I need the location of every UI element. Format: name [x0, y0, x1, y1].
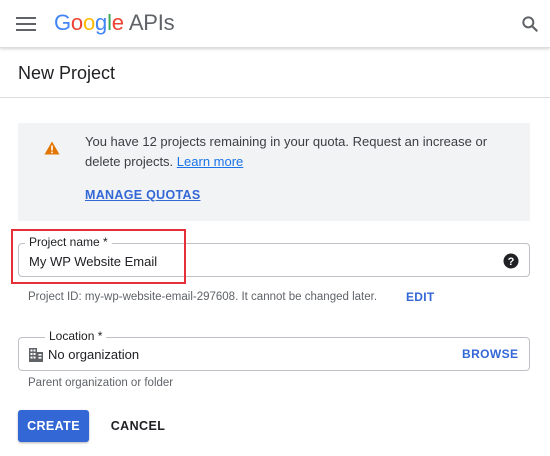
top-app-bar: Google APIs [0, 0, 550, 48]
page-title: New Project [18, 63, 116, 83]
location-field[interactable]: Location * No organization BROWSE [18, 329, 530, 371]
project-name-label: Project name * [25, 235, 112, 249]
project-name-field[interactable]: Project name * ? [18, 235, 530, 277]
warning-icon [44, 141, 60, 155]
create-button[interactable]: CREATE [18, 410, 89, 442]
location-label: Location * [45, 329, 107, 343]
help-circle-icon[interactable]: ? [503, 253, 519, 269]
google-apis-logo[interactable]: Google APIs [54, 10, 175, 36]
logo-product-name: APIs [128, 10, 175, 35]
location-value: No organization [48, 347, 140, 362]
title-divider [0, 97, 550, 98]
svg-text:?: ? [508, 256, 515, 268]
project-id-text: Project ID: my-wp-website-email-297608. … [28, 291, 378, 303]
search-icon[interactable] [520, 14, 540, 34]
location-helper-text: Parent organization or folder [28, 377, 174, 389]
hamburger-menu-icon[interactable] [16, 16, 36, 32]
learn-more-link[interactable]: Learn more [177, 154, 243, 169]
project-name-input[interactable] [29, 252, 489, 270]
quota-notice-text: You have 12 projects remaining in your q… [85, 134, 488, 169]
building-icon [29, 348, 43, 362]
manage-quotas-link[interactable]: MANAGE QUOTAS [85, 188, 200, 202]
cancel-button[interactable]: CANCEL [100, 410, 176, 442]
browse-button[interactable]: BROWSE [462, 347, 518, 361]
edit-project-id-button[interactable]: EDIT [406, 290, 435, 304]
quota-notice: You have 12 projects remaining in your q… [18, 123, 530, 221]
